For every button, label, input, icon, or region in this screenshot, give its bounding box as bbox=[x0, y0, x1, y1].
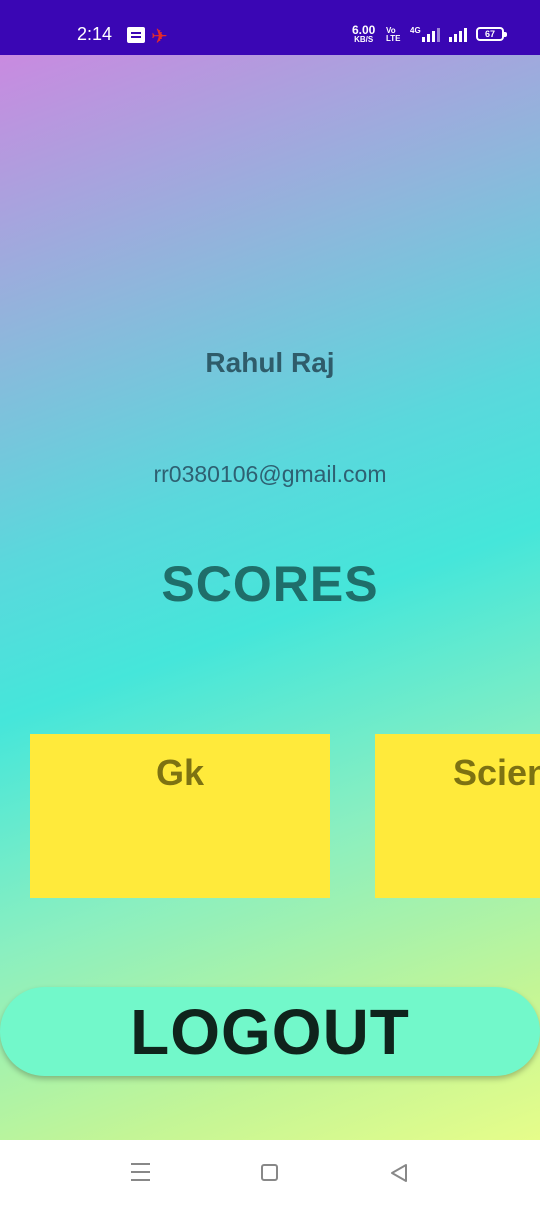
volte-icon: Vo LTE bbox=[386, 27, 401, 43]
battery-icon: 67 bbox=[476, 27, 507, 41]
score-card-label: Science bbox=[453, 752, 540, 793]
user-email: rr0380106@gmail.com bbox=[153, 461, 387, 487]
menu-icon[interactable] bbox=[131, 1163, 150, 1181]
signal-icon bbox=[449, 28, 467, 42]
volte-bottom: LTE bbox=[386, 34, 401, 43]
network-type: 4G bbox=[410, 26, 421, 35]
airtel-icon: ✈ bbox=[151, 26, 168, 48]
calendar-icon bbox=[127, 27, 145, 43]
logout-button[interactable]: LOGOUT bbox=[0, 987, 540, 1076]
back-icon[interactable] bbox=[389, 1163, 409, 1183]
profile-screen: Rahul Raj rr0380106@gmail.com SCORES Gk … bbox=[0, 55, 540, 1140]
navigation-bar bbox=[0, 1140, 540, 1206]
score-card-science[interactable]: Science bbox=[375, 734, 540, 898]
status-bar: 2:14 ✈ 6.00 KB/S Vo LTE 4G 67 bbox=[0, 0, 540, 55]
score-card-label: Gk bbox=[155, 752, 205, 793]
score-card-gk[interactable]: Gk bbox=[30, 734, 330, 898]
signal-4g-icon bbox=[422, 28, 440, 42]
scores-title: SCORES bbox=[161, 556, 379, 612]
status-time: 2:14 bbox=[77, 24, 113, 44]
user-name: Rahul Raj bbox=[205, 347, 335, 378]
network-speed-unit: KB/S bbox=[354, 35, 374, 44]
home-icon[interactable] bbox=[261, 1164, 278, 1181]
network-speed: 6.00 KB/S bbox=[352, 24, 375, 44]
